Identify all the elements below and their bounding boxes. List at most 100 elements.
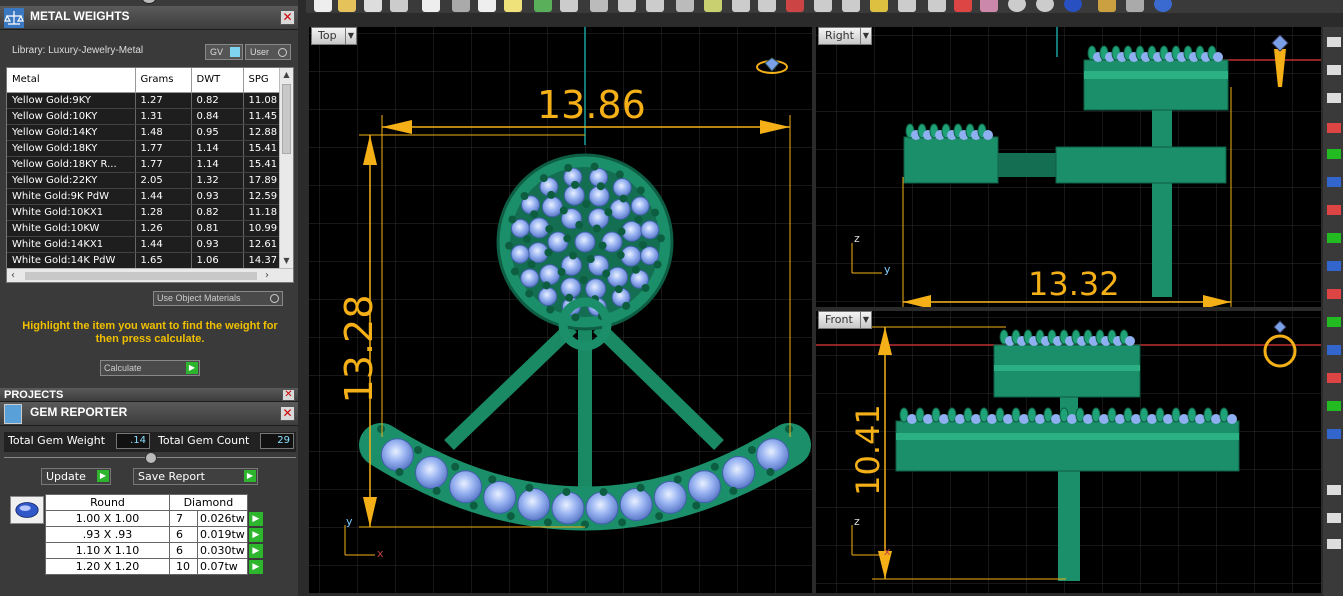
scroll-down-icon[interactable]: ▼	[280, 254, 293, 268]
paste-icon[interactable]	[504, 0, 522, 12]
scroll-up-icon[interactable]: ▲	[280, 68, 293, 82]
page-icon[interactable]	[422, 0, 440, 12]
metal-table-horizontal-scrollbar[interactable]: ‹ ›	[7, 268, 293, 282]
tool-icon-red-3[interactable]	[1327, 289, 1341, 299]
splitter-handle[interactable]	[145, 452, 157, 464]
projects-header[interactable]: PROJECTS ✕	[0, 388, 298, 402]
gem-reporter-splitter[interactable]	[4, 452, 296, 464]
undo-icon[interactable]	[534, 0, 552, 12]
row-action[interactable]: ▶	[247, 526, 264, 543]
play-icon[interactable]: ▶	[248, 527, 263, 542]
cut-icon[interactable]	[452, 0, 470, 12]
play-icon[interactable]: ▶	[248, 511, 263, 526]
column-header-spg[interactable]: SPG	[243, 68, 280, 93]
horizontal-scroll-thumb[interactable]	[25, 272, 257, 280]
table-row[interactable]: Yellow Gold:18KY 1.77 1.14 15.41	[7, 140, 280, 157]
table-row[interactable]: Yellow Gold:9KY 1.27 0.82 11.08	[7, 92, 280, 109]
rotate-view-icon[interactable]	[590, 0, 608, 12]
scroll-right-icon[interactable]: ›	[265, 269, 269, 282]
tool-icon-red-2[interactable]	[1327, 205, 1341, 215]
column-header-metal[interactable]: Metal	[7, 68, 136, 93]
pan-hand-icon[interactable]	[560, 0, 578, 12]
zoom-extents-icon[interactable]	[676, 0, 694, 12]
zoom-out-icon[interactable]	[732, 0, 750, 12]
tool-icon-red-1[interactable]	[1327, 123, 1341, 133]
grid-snap-icon[interactable]	[814, 0, 832, 12]
row-action[interactable]: ▶	[247, 558, 264, 575]
right-viewport-tab[interactable]: Right ▼	[818, 27, 872, 45]
settings-gear-icon[interactable]	[1098, 0, 1116, 12]
sphere-rendered-icon[interactable]	[1036, 0, 1054, 12]
tool-icon-green-3[interactable]	[1327, 317, 1341, 327]
car-render-icon[interactable]	[786, 0, 804, 12]
viewport-dropdown-icon[interactable]: ▼	[860, 312, 871, 328]
print-icon[interactable]	[390, 0, 408, 12]
column-header-dwt[interactable]: DWT	[191, 68, 244, 93]
tool-icon-4[interactable]	[1327, 485, 1341, 495]
metal-weights-close-icon[interactable]: ✕	[280, 10, 295, 25]
play-icon[interactable]: ▶	[248, 543, 263, 558]
play-icon[interactable]: ▶	[248, 559, 263, 574]
tool-icon-green-1[interactable]	[1327, 149, 1341, 159]
copy-icon[interactable]	[478, 0, 496, 12]
sphere-shaded-icon[interactable]	[1008, 0, 1026, 12]
table-row[interactable]: 1.20 X 1.20 10 0.07tw ▶	[45, 558, 264, 575]
network-icon[interactable]	[1126, 0, 1144, 12]
vertical-scroll-thumb[interactable]	[282, 84, 291, 154]
metal-table-vertical-scrollbar[interactable]: ▲ ▼	[279, 68, 293, 268]
tool-icon-3[interactable]	[1327, 93, 1341, 103]
right-viewport[interactable]: Right ▼ 13.32 z y	[816, 27, 1321, 307]
material-icon[interactable]	[954, 0, 972, 12]
table-row[interactable]: 1.10 X 1.10 6 0.030tw ▶	[45, 542, 264, 559]
table-row[interactable]: White Gold:14K PdW 1.65 1.06 14.37	[7, 252, 280, 269]
new-file-icon[interactable]	[314, 0, 332, 12]
zoom-selected-icon[interactable]	[704, 0, 722, 12]
save-icon[interactable]	[364, 0, 382, 12]
tool-icon-2[interactable]	[1327, 65, 1341, 75]
scroll-left-icon[interactable]: ‹	[11, 269, 15, 282]
front-view-canvas[interactable]	[816, 311, 1321, 593]
panel-scroll-handle[interactable]	[142, 0, 156, 4]
lightbulb-icon[interactable]	[870, 0, 888, 12]
top-viewport-tab[interactable]: Top ▼	[311, 27, 357, 45]
table-row[interactable]: White Gold:10KX1 1.28 0.82 11.18	[7, 204, 280, 221]
viewport-dropdown-icon[interactable]: ▼	[345, 28, 356, 44]
gem-reporter-close-icon[interactable]: ✕	[280, 406, 295, 421]
tool-icon-blue-1[interactable]	[1327, 177, 1341, 187]
tool-icon-5[interactable]	[1327, 513, 1341, 523]
projects-close-icon[interactable]: ✕	[282, 389, 295, 401]
table-row[interactable]: Yellow Gold:10KY 1.31 0.84 11.45	[7, 108, 280, 125]
color-wheel-icon[interactable]	[980, 0, 998, 12]
tool-icon-blue-2[interactable]	[1327, 261, 1341, 271]
light-icon[interactable]	[898, 0, 916, 12]
table-row[interactable]: Yellow Gold:22KY 2.05 1.32 17.89	[7, 172, 280, 189]
gv-toggle[interactable]: GV	[205, 44, 243, 60]
table-row[interactable]: 1.00 X 1.00 7 0.026tw ▶	[45, 510, 264, 527]
user-toggle[interactable]: User	[245, 44, 291, 60]
table-row[interactable]: White Gold:10KW 1.26 0.81 10.99	[7, 220, 280, 237]
help-icon[interactable]	[1154, 0, 1172, 12]
table-row[interactable]: Yellow Gold:14KY 1.48 0.95 12.88	[7, 124, 280, 141]
stack-icon[interactable]	[928, 0, 946, 12]
top-viewport[interactable]: Top ▼ 13.86 13.28 y x	[309, 27, 812, 593]
update-button[interactable]: Update ▶	[41, 468, 111, 485]
tool-icon-blue-3[interactable]	[1327, 345, 1341, 355]
use-object-materials-toggle[interactable]: Use Object Materials	[153, 291, 283, 306]
calculate-button[interactable]: Calculate ▶	[100, 360, 200, 376]
viewport-dropdown-icon[interactable]: ▼	[860, 28, 871, 44]
table-row[interactable]: .93 X .93 6 0.019tw ▶	[45, 526, 264, 543]
tool-icon-red-4[interactable]	[1327, 373, 1341, 383]
front-viewport[interactable]: Front ▼ 10.41 z x	[816, 311, 1321, 593]
four-viewports-icon[interactable]	[758, 0, 776, 12]
zoom-window-icon[interactable]	[646, 0, 664, 12]
open-folder-icon[interactable]	[338, 0, 356, 12]
sphere-blue-icon[interactable]	[1064, 0, 1082, 12]
table-row[interactable]: Yellow Gold:18KY R... 1.77 1.14 15.41	[7, 156, 280, 173]
tool-icon-green-4[interactable]	[1327, 401, 1341, 411]
tool-icon-green-2[interactable]	[1327, 233, 1341, 243]
tool-icon-6[interactable]	[1327, 539, 1341, 549]
tool-icon-1[interactable]	[1327, 37, 1341, 47]
row-action[interactable]: ▶	[247, 510, 264, 527]
save-report-button[interactable]: Save Report ▶	[133, 468, 258, 485]
table-row[interactable]: White Gold:14KX1 1.44 0.93 12.61	[7, 236, 280, 253]
